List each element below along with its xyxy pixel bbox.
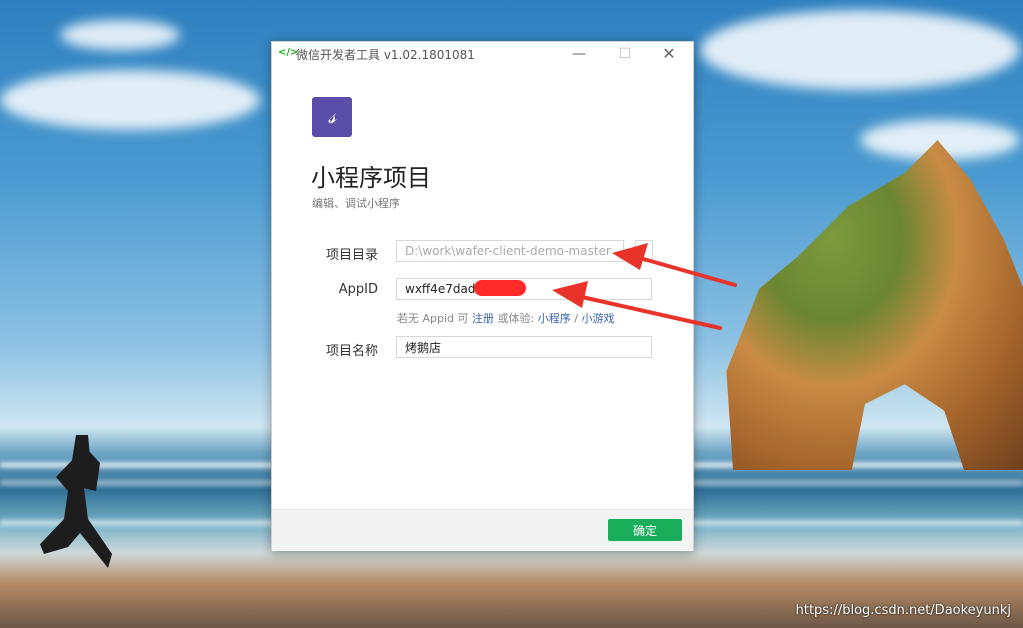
arrow-to-appid	[580, 295, 722, 330]
arrow-to-project-dir	[638, 256, 737, 287]
arrow-to-appid-head	[552, 281, 588, 308]
annotation-arrows	[552, 243, 737, 330]
arrow-to-project-dir-head	[612, 243, 648, 270]
